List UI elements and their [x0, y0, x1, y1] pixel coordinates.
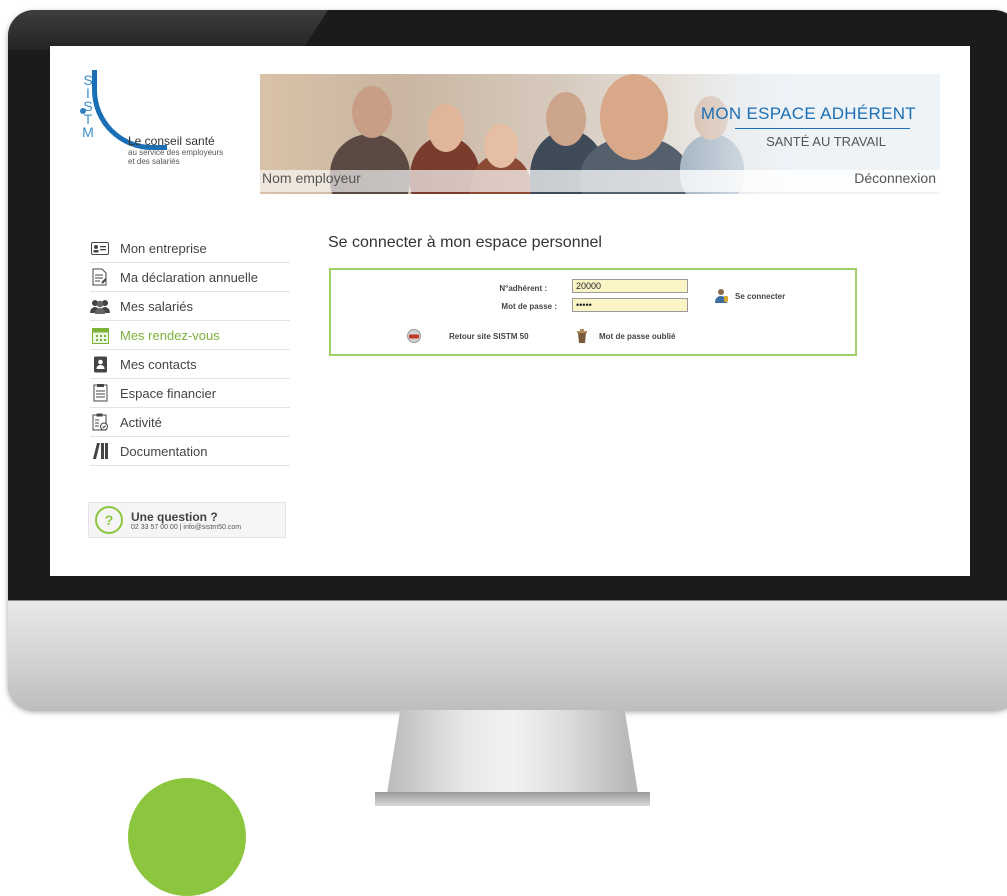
brand-subtitle: SANTÉ AU TRAVAIL [766, 134, 886, 149]
logo-tagline-line3: et des salariés [128, 157, 180, 166]
sidebar-item-espace-financier[interactable]: Espace financier [90, 379, 290, 408]
back-to-site-link[interactable]: Retour site SISTM 50 [407, 328, 529, 344]
connect-button[interactable]: Se connecter [715, 287, 785, 305]
sidebar-item-label: Mes salariés [120, 298, 193, 314]
monitor-stand-base [375, 792, 650, 806]
logo-letter: M [82, 124, 94, 140]
document-edit-icon [90, 268, 110, 286]
back-to-site-label: Retour site SISTM 50 [449, 331, 529, 341]
password-label: Mot de passe : [501, 302, 557, 311]
question-contact: 02 33 57 00 00 | info@sistm50.com [131, 523, 242, 531]
logo-dot-icon [80, 108, 86, 114]
person-head [352, 86, 392, 138]
sidebar-menu: Mon entreprise Ma déclaration annuelle M… [90, 234, 290, 466]
header-nav-strip [260, 170, 950, 192]
logo-tagline-main: Le conseil santé [128, 134, 215, 148]
clipboard-check-icon [90, 413, 110, 431]
person-head [546, 92, 586, 146]
sidebar-item-label: Ma déclaration annuelle [120, 269, 259, 285]
contact-book-icon [90, 355, 110, 373]
user-key-icon [715, 288, 729, 304]
forgot-password-label: Mot de passe oublié [599, 331, 676, 341]
sidebar-item-mes-rendez-vous[interactable]: Mes rendez-vous [90, 321, 290, 350]
person-head [428, 104, 464, 152]
logout-link[interactable]: Déconnexion [854, 170, 936, 186]
monitor-chin [8, 600, 1007, 711]
connect-label: Se connecter [735, 291, 786, 301]
screen: S I S T M Le conseil santé au service de… [50, 46, 970, 576]
sidebar-item-documentation[interactable]: Documentation [90, 437, 290, 466]
logo-tagline: Le conseil santé au service des employeu… [128, 134, 223, 166]
password-input[interactable] [572, 298, 688, 312]
sidebar-item-mes-salaries[interactable]: Mes salariés [90, 292, 290, 321]
question-mark-icon: ? [95, 506, 123, 534]
sidebar-item-label: Activité [120, 414, 162, 430]
member-number-input[interactable] [572, 279, 688, 293]
sidebar-item-label: Documentation [120, 443, 208, 459]
sidebar-item-activite[interactable]: Activité [90, 408, 290, 437]
people-icon [90, 297, 110, 315]
forgot-password-link[interactable]: Mot de passe oublié [577, 328, 675, 344]
bezel-reflection [8, 10, 328, 50]
member-number-label: N°adhérent : [499, 284, 547, 293]
decorative-green-circle [128, 778, 246, 896]
question-title: Une question ? [131, 509, 218, 524]
page-title: Se connecter à mon espace personnel [328, 234, 602, 251]
globe-back-icon [407, 329, 421, 343]
binders-icon [90, 442, 110, 460]
header: S I S T M Le conseil santé au service de… [50, 46, 970, 194]
person-head [600, 74, 668, 160]
sidebar-item-ma-declaration-annuelle[interactable]: Ma déclaration annuelle [90, 263, 290, 292]
person-head [484, 124, 518, 168]
brand-title: MON ESPACE ADHÉRENT [700, 104, 916, 123]
sidebar-item-label: Mes rendez-vous [120, 327, 220, 343]
sidebar-item-mes-contacts[interactable]: Mes contacts [90, 350, 290, 379]
sidebar-item-mon-entreprise[interactable]: Mon entreprise [90, 234, 290, 263]
sidebar-item-label: Espace financier [120, 385, 217, 401]
login-panel: N°adhérent : Mot de passe : Se connecter… [329, 268, 857, 356]
id-card-icon [90, 239, 110, 257]
sidebar-item-label: Mes contacts [120, 356, 197, 372]
calendar-icon [90, 326, 110, 344]
lock-bin-icon [577, 328, 587, 344]
invoice-icon [90, 384, 110, 402]
logo-tagline-line2: au service des employeurs [128, 148, 224, 157]
brand-divider [735, 128, 910, 129]
question-text: Une question ? 02 33 57 00 00 | info@sis… [131, 510, 241, 531]
sidebar-item-label: Mon entreprise [120, 240, 207, 256]
question-box[interactable]: ? Une question ? 02 33 57 00 00 | info@s… [88, 502, 286, 538]
employer-name: Nom employeur [262, 170, 361, 186]
